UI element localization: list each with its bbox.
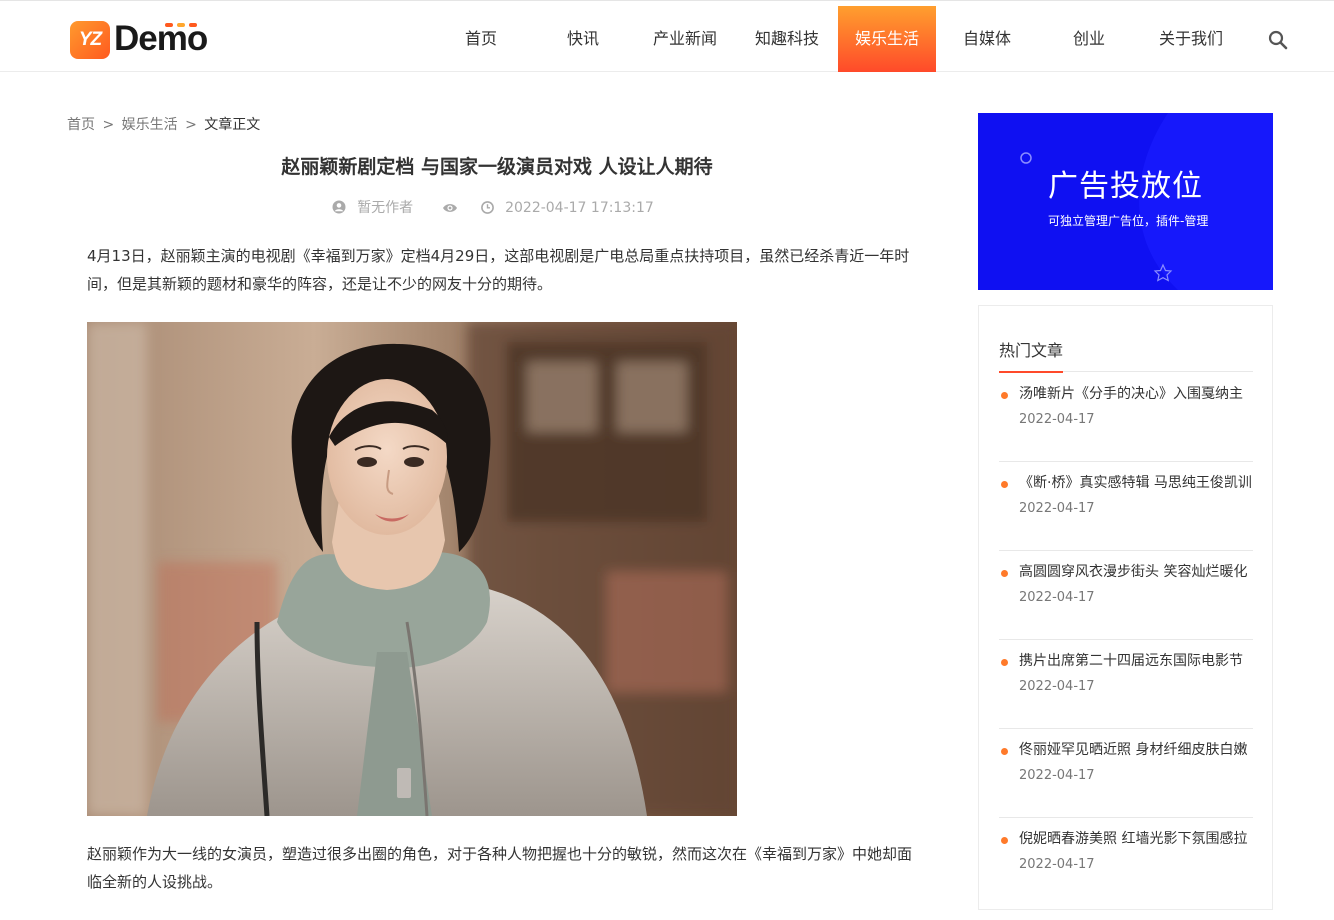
bullet-icon xyxy=(1001,837,1008,844)
hot-article-link[interactable]: 高圆圆穿风衣漫步街头 笑容灿烂暖化 xyxy=(1019,561,1247,581)
breadcrumb-category[interactable]: 娱乐生活 xyxy=(122,117,178,133)
clock-icon xyxy=(481,201,494,214)
article-paragraph: 4月13日，赵丽颖主演的电视剧《幸福到万家》定档4月29日，这部电视剧是广电总局… xyxy=(87,247,910,293)
ad-title: 广告投放位 xyxy=(1048,169,1203,204)
hot-articles-panel: 热门文章 汤唯新片《分手的决心》入围戛纳主 2022-04-17 《断·桥》真实… xyxy=(978,305,1273,910)
hot-article-item[interactable]: 携片出席第二十四届远东国际电影节 2022-04-17 xyxy=(999,640,1253,729)
bullet-icon xyxy=(1001,659,1008,666)
bullet-icon xyxy=(1001,748,1008,755)
nav-item-about[interactable]: 关于我们 xyxy=(1140,6,1242,72)
hot-article-date: 2022-04-17 xyxy=(1019,501,1095,516)
publish-datetime: 2022-04-17 17:13:17 xyxy=(505,199,654,216)
logo-dash xyxy=(177,23,185,27)
hot-articles-title: 热门文章 xyxy=(999,341,1064,360)
nav-item-industry[interactable]: 产业新闻 xyxy=(634,6,736,72)
site-logo[interactable]: YZ Demo xyxy=(70,19,220,61)
logo-dash xyxy=(189,23,197,27)
meta-author: 暂无作者 xyxy=(332,197,421,217)
hot-article-item[interactable]: 佟丽娅罕见晒近照 身材纤细皮肤白嫩 2022-04-17 xyxy=(999,729,1253,818)
article-meta: 暂无作者 2022-04-17 17:13:17 xyxy=(67,197,927,218)
nav-item-media[interactable]: 自媒体 xyxy=(936,6,1038,72)
portrait-illustration xyxy=(87,322,737,816)
hot-article-link[interactable]: 携片出席第二十四届远东国际电影节 xyxy=(1019,650,1243,670)
nav-item-home[interactable]: 首页 xyxy=(430,6,532,72)
nav-item-entertainment[interactable]: 娱乐生活 xyxy=(838,6,936,72)
hot-article-date: 2022-04-17 xyxy=(1019,768,1095,783)
main-nav: 首页 快讯 产业新闻 知趣科技 娱乐生活 自媒体 创业 关于我们 xyxy=(430,6,1242,72)
hot-article-link[interactable]: 汤唯新片《分手的决心》入围戛纳主 xyxy=(1019,383,1243,403)
article-paragraph: 赵丽颖作为大一线的女演员，塑造过很多出圈的角色，对于各种人物把握也十分的敏锐，然… xyxy=(87,845,913,891)
hot-article-date: 2022-04-17 xyxy=(1019,679,1095,694)
breadcrumb: 首页 > 娱乐生活 > 文章正文 xyxy=(67,114,260,134)
search-icon[interactable] xyxy=(1268,30,1288,50)
article-photo xyxy=(87,322,737,816)
site-header: YZ Demo 首页 快讯 产业新闻 知趣科技 娱乐生活 自媒体 创业 关于我们 xyxy=(0,6,1334,72)
breadcrumb-separator: > xyxy=(185,117,197,133)
hot-article-date: 2022-04-17 xyxy=(1019,590,1095,605)
breadcrumb-home[interactable]: 首页 xyxy=(67,117,95,133)
hot-article-item[interactable]: 《断·桥》真实感特辑 马思纯王俊凯训 2022-04-17 xyxy=(999,462,1253,551)
hot-article-item[interactable]: 倪妮晒春游美照 红墙光影下氛围感拉 2022-04-17 xyxy=(999,818,1253,907)
hot-article-item[interactable]: 高圆圆穿风衣漫步街头 笑容灿烂暖化 2022-04-17 xyxy=(999,551,1253,640)
logo-dash xyxy=(165,23,173,27)
meta-views xyxy=(442,202,461,214)
hot-article-link[interactable]: 倪妮晒春游美照 红墙光影下氛围感拉 xyxy=(1019,828,1247,848)
breadcrumb-current: 文章正文 xyxy=(204,117,261,133)
hot-article-link[interactable]: 佟丽娅罕见晒近照 身材纤细皮肤白嫩 xyxy=(1019,739,1247,759)
bullet-icon xyxy=(1001,481,1008,488)
hot-article-date: 2022-04-17 xyxy=(1019,857,1095,872)
logo-badge: YZ xyxy=(70,21,110,59)
ad-banner[interactable]: 广告投放位 可独立管理广告位，插件-管理 xyxy=(978,113,1273,290)
breadcrumb-separator: > xyxy=(102,117,115,133)
nav-item-flash[interactable]: 快讯 xyxy=(532,6,634,72)
nav-item-startup[interactable]: 创业 xyxy=(1038,6,1140,72)
hot-article-link[interactable]: 《断·桥》真实感特辑 马思纯王俊凯训 xyxy=(1019,472,1252,492)
hot-article-date: 2022-04-17 xyxy=(1019,412,1095,427)
user-icon xyxy=(332,200,346,214)
article-title: 赵丽颖新剧定档 与国家一级演员对戏 人设让人期待 xyxy=(281,156,713,178)
author-name: 暂无作者 xyxy=(357,200,414,216)
hot-article-item[interactable]: 汤唯新片《分手的决心》入围戛纳主 2022-04-17 xyxy=(999,373,1253,462)
bullet-icon xyxy=(1001,570,1008,577)
ad-subtitle: 可独立管理广告位，插件-管理 xyxy=(1048,214,1209,228)
bullet-icon xyxy=(1001,392,1008,399)
meta-time: 2022-04-17 17:13:17 xyxy=(481,200,662,216)
nav-item-tech[interactable]: 知趣科技 xyxy=(736,6,838,72)
eye-icon xyxy=(442,204,457,212)
